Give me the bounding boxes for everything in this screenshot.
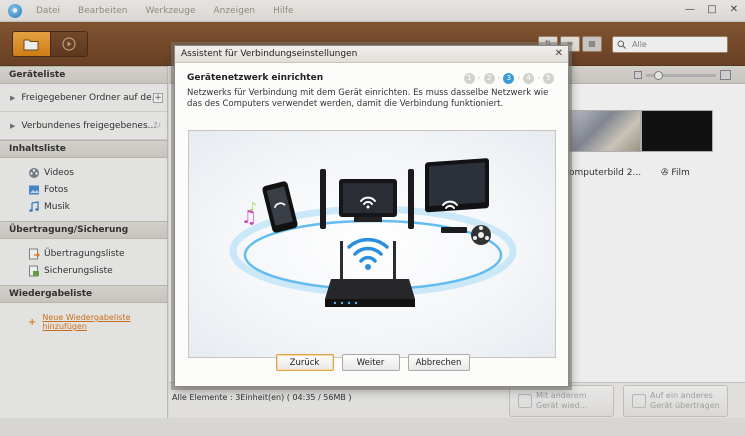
network-illustration: ♫ ♪ [188,130,556,358]
step-arrow-icon: › [517,74,521,82]
dialog-title-bar: Assistent für Verbindungseinstellungen ✕ [175,46,568,63]
dialog-description: Netzwerks für Verbindung mit dem Gerät e… [187,88,549,109]
back-button[interactable]: Zurück [275,354,334,371]
dialog-heading: Gerätenetzwerk einrichten [187,73,324,83]
connection-wizard-dialog: Assistent für Verbindungseinstellungen ✕… [174,45,569,387]
step-arrow-icon: › [477,74,481,82]
step-indicator: 5 [543,73,554,84]
cancel-button[interactable]: Abbrechen [407,354,470,371]
next-button[interactable]: Weiter [341,354,400,371]
svg-text:♪: ♪ [249,200,257,214]
network-illustration-graphic: ♫ ♪ [229,158,517,307]
step-indicator-current: 3 [503,73,515,84]
step-indicator: 2 [483,73,495,84]
dialog-title: Assistent für Verbindungseinstellungen [181,49,358,59]
step-indicator: 4 [523,73,535,84]
step-arrow-icon: › [497,74,501,82]
step-arrow-icon: › [537,74,540,82]
step-indicator: 1 [463,73,475,84]
dialog-buttons: Zurück Weiter Abbrechen [175,354,570,371]
wizard-steps: 1 › 2 › 3 › 4 › 5 [463,73,554,84]
dialog-close-button[interactable]: ✕ [555,46,563,62]
